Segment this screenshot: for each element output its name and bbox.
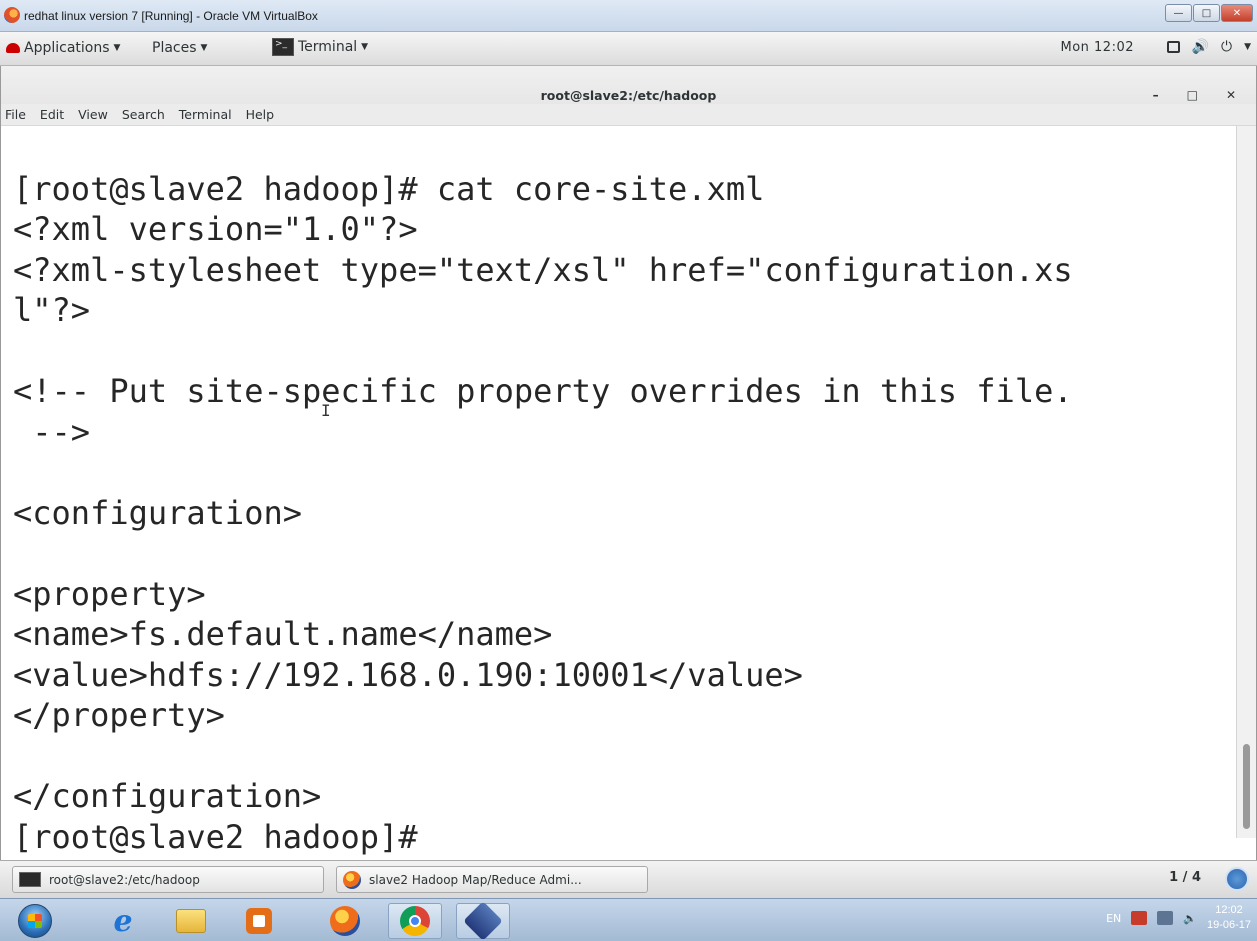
terminal-window: root@slave2:/etc/hadoop – □ ✕ File Edit … [0, 66, 1257, 860]
terminal-window-controls: – □ ✕ [1153, 88, 1236, 102]
taskbar-time: 12:02 [1215, 904, 1243, 916]
terminal-scrollbar[interactable] [1236, 126, 1256, 838]
terminal-icon [19, 872, 41, 887]
taskbar-firefox[interactable] [318, 903, 372, 939]
terminal-menubar: File Edit View Search Terminal Help [1, 104, 1256, 126]
language-indicator[interactable]: EN [1106, 912, 1121, 925]
media-player-icon [246, 908, 272, 934]
terminal-line: </configuration> [13, 777, 322, 815]
terminal-line: <?xml version="1.0"?> [13, 210, 418, 248]
terminal-line: [root@slave2 hadoop]# cat core-site.xml [13, 169, 765, 208]
minimize-button[interactable]: — [1165, 4, 1192, 22]
system-tray[interactable]: 🔊 ⏻ ▼ [1166, 39, 1251, 55]
chevron-down-icon: ▼ [1244, 42, 1251, 52]
taskbar-virtualbox[interactable] [456, 901, 510, 941]
virtualbox-icon [463, 901, 503, 941]
taskbar-clock[interactable]: 12:02 19-06-17 [1207, 903, 1251, 933]
menu-view[interactable]: View [78, 107, 108, 122]
terminal-line: <configuration> [13, 493, 302, 532]
gnome-window-list: root@slave2:/etc/hadoop slave2 Hadoop Ma… [0, 860, 1257, 898]
terminal-output[interactable]: [root@slave2 hadoop]# cat core-site.xml <… [1, 126, 1256, 856]
terminal-close-button[interactable]: ✕ [1226, 88, 1236, 102]
applications-menu[interactable]: Applications ▼ [6, 40, 120, 56]
terminal-minimize-button[interactable]: – [1153, 88, 1159, 102]
terminal-line: <name>fs.default.name</name> [13, 615, 553, 653]
terminal-line: l"?> [13, 291, 91, 329]
terminal-maximize-button[interactable]: □ [1187, 88, 1198, 102]
virtualbox-titlebar: redhat linux version 7 [Running] - Oracl… [0, 0, 1257, 32]
menu-file[interactable]: File [5, 107, 26, 122]
display-icon [1166, 41, 1180, 53]
taskbar-internet-explorer[interactable]: e [96, 903, 150, 939]
terminal-line: <!-- Put site-specific property override… [13, 372, 1073, 410]
virtualbox-window-controls: — □ ✕ [1165, 4, 1253, 22]
chevron-down-icon: ▼ [200, 43, 208, 53]
maximize-button[interactable]: □ [1193, 4, 1220, 22]
virtualbox-window-title: redhat linux version 7 [Running] - Oracl… [24, 9, 318, 23]
terminal-line: </property> [13, 696, 225, 734]
window-list-label: root@slave2:/etc/hadoop [49, 872, 200, 887]
internet-explorer-icon: e [113, 903, 133, 939]
menu-search[interactable]: Search [122, 107, 165, 122]
terminal-text: [root@slave2 hadoop]# cat core-site.xml <… [13, 128, 1228, 938]
firefox-icon [330, 906, 360, 936]
clock[interactable]: Mon 12:02 [1060, 40, 1134, 55]
taskbar-file-explorer[interactable] [164, 903, 218, 939]
network-icon[interactable] [1157, 911, 1174, 925]
taskbar-chrome[interactable] [388, 903, 442, 939]
gnome-top-bar: Applications ▼ Places ▼ >_ Terminal ▼ Mo… [0, 32, 1257, 66]
applications-label: Applications [24, 40, 110, 56]
text-cursor-icon: I [321, 401, 331, 420]
terminal-line: <?xml-stylesheet type="text/xsl" href="c… [13, 250, 1073, 289]
volume-icon[interactable]: 🔈 [1183, 912, 1197, 925]
firefox-icon [343, 870, 361, 889]
windows-system-tray: EN 🔈 12:02 19-06-17 [1106, 903, 1251, 933]
terminal-line: --> [13, 412, 91, 451]
workspace-indicator[interactable]: 1 / 4 [1169, 870, 1201, 885]
menu-terminal[interactable]: Terminal [179, 107, 232, 122]
window-list-label: slave2 Hadoop Map/Reduce Admi... [369, 872, 582, 887]
window-list-item-firefox[interactable]: slave2 Hadoop Map/Reduce Admi... [336, 866, 648, 893]
places-label: Places [152, 40, 197, 56]
taskbar-date: 19-06-17 [1206, 919, 1251, 931]
action-center-icon[interactable] [1131, 911, 1148, 925]
terminal-app-menu[interactable]: >_ Terminal ▼ [272, 38, 368, 56]
start-button[interactable] [8, 903, 62, 939]
windows-start-icon [18, 904, 52, 938]
taskbar-media-player[interactable] [232, 903, 286, 939]
window-list-item-terminal[interactable]: root@slave2:/etc/hadoop [12, 866, 324, 893]
notification-icon[interactable] [1225, 867, 1249, 891]
chevron-down-icon: ▼ [361, 42, 369, 52]
folder-icon [176, 909, 206, 933]
close-button[interactable]: ✕ [1221, 4, 1253, 22]
menu-help[interactable]: Help [246, 107, 275, 122]
power-icon: ⏻ [1221, 39, 1233, 55]
terminal-line: <property> [13, 574, 206, 613]
terminal-line: <value>hdfs://192.168.0.190:10001</value… [13, 655, 803, 694]
chrome-icon [400, 906, 430, 936]
terminal-title: root@slave2:/etc/hadoop [540, 88, 717, 103]
windows-taskbar: e EN 🔈 12:02 19-06-17 [0, 898, 1257, 941]
terminal-icon: >_ [272, 38, 294, 56]
chevron-down-icon: ▼ [113, 43, 121, 53]
virtualbox-icon [4, 7, 20, 23]
terminal-line: [root@slave2 hadoop]# [13, 817, 418, 856]
scrollbar-thumb[interactable] [1243, 744, 1250, 829]
menu-edit[interactable]: Edit [40, 107, 64, 122]
places-menu[interactable]: Places ▼ [152, 40, 207, 56]
redhat-icon [6, 43, 20, 53]
volume-icon: 🔊 [1191, 39, 1209, 55]
terminal-menu-label: Terminal [298, 39, 358, 55]
